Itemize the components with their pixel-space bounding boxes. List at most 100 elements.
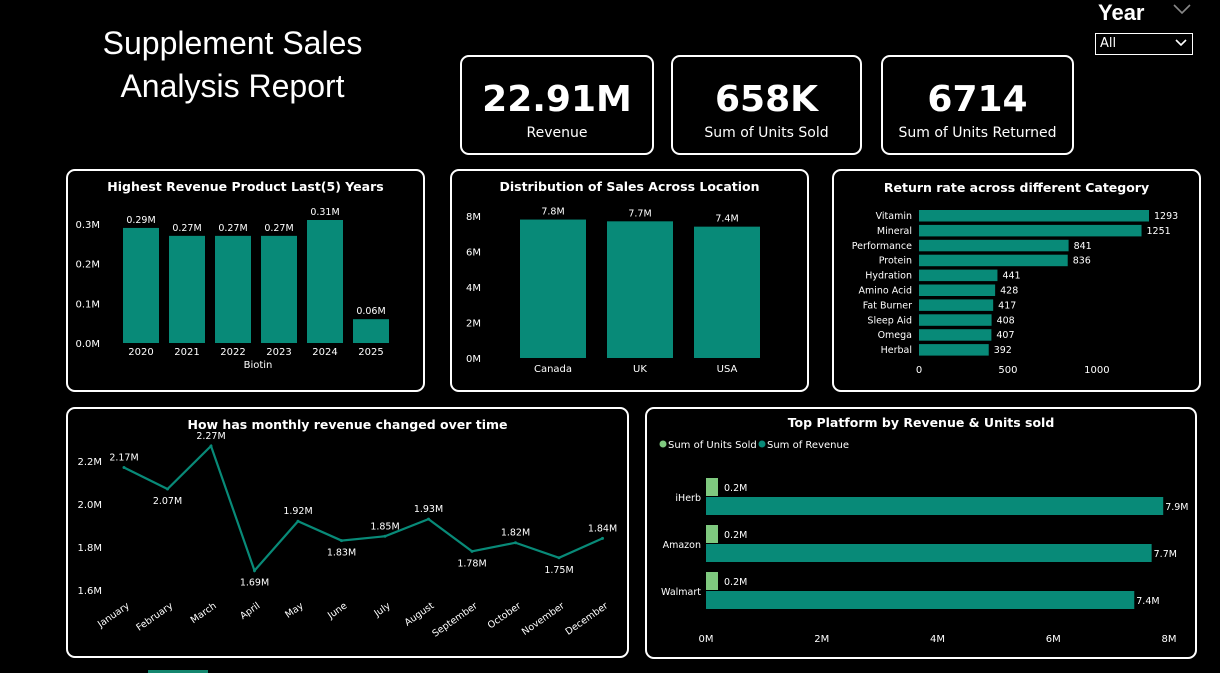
bar-Fat Burner xyxy=(919,299,994,311)
bar-Hydration xyxy=(919,269,998,282)
line-point xyxy=(427,517,430,521)
data-label: 2.07M xyxy=(153,496,182,507)
y-tick-label: 2.0M xyxy=(77,500,102,511)
legend-marker xyxy=(758,440,766,448)
data-label: 0.27M xyxy=(218,223,247,234)
x-tick-label: 2024 xyxy=(312,347,337,358)
x-tick-label: 2020 xyxy=(128,347,153,358)
y-tick-label: 0M xyxy=(466,354,481,365)
kpi-label: Sum of Units Sold xyxy=(704,125,829,141)
sales-by-location-chart: 0M 2M 4M 6M 8M 7.8M Canada 7.7M UK 7.4M USA xyxy=(466,207,760,375)
bar-Vitamin xyxy=(919,210,1149,222)
data-label: 441 xyxy=(1002,271,1020,282)
line-point xyxy=(166,487,169,491)
x-tick-label: March xyxy=(189,600,219,626)
data-label: 407 xyxy=(996,330,1014,341)
data-label: 392 xyxy=(994,345,1012,356)
line-point xyxy=(122,465,126,469)
kpi-card-revenue: 22.91M Revenue xyxy=(460,55,654,155)
bar-Protein xyxy=(919,254,1068,267)
legend-label: Sum of Revenue xyxy=(767,440,849,451)
x-tick-label: August xyxy=(403,600,437,628)
x-tick-label: 8M xyxy=(1162,634,1177,645)
kpi-value: 658K xyxy=(714,79,819,120)
bar-units-Walmart xyxy=(706,572,718,590)
bar-units-iHerb xyxy=(706,478,718,496)
kpi-label: Sum of Units Returned xyxy=(898,125,1057,141)
data-label: 0.27M xyxy=(172,223,201,234)
data-label: 0.31M xyxy=(310,207,339,218)
x-tick-label: UK xyxy=(633,364,647,375)
line-point xyxy=(557,556,561,560)
bar-2023 xyxy=(261,235,297,343)
kpi-card-units-sold: 658K Sum of Units Sold xyxy=(671,55,862,155)
data-label: 1.93M xyxy=(414,504,443,515)
year-dropdown-value: All xyxy=(1100,36,1117,51)
line-point xyxy=(383,534,387,538)
y-tick-label: 0.2M xyxy=(75,260,100,271)
x-tick-label: 2025 xyxy=(358,347,383,358)
data-label: 2.27M xyxy=(196,431,225,442)
y-tick-label: 8M xyxy=(466,212,481,223)
bar-Herbal xyxy=(919,344,989,356)
platform-chart: Sum of Units Sold Sum of Revenue iHerb 0.2M… xyxy=(659,440,1189,645)
legend-marker xyxy=(659,440,667,448)
data-label: 0.2M xyxy=(724,483,747,494)
y-tick-label: Fat Burner xyxy=(863,300,912,311)
sales-by-location-panel: Distribution of Sales Across Location 0M… xyxy=(450,169,809,392)
x-tick-label: 1000 xyxy=(1084,365,1109,376)
x-tick-label: June xyxy=(325,600,349,622)
data-label: 841 xyxy=(1074,241,1092,252)
y-tick-label: 2M xyxy=(466,319,481,330)
data-label: 1.83M xyxy=(327,548,356,559)
data-label: 0.29M xyxy=(126,215,155,226)
x-tick-label: 4M xyxy=(930,634,945,645)
data-label: 1.69M xyxy=(240,578,269,589)
bar-Amino Acid xyxy=(919,284,996,296)
y-tick-label: 1.8M xyxy=(77,543,102,554)
x-tick-label: 2023 xyxy=(266,347,291,358)
data-label: 2.17M xyxy=(109,452,138,463)
data-label: 428 xyxy=(1000,286,1018,297)
data-label: 1.75M xyxy=(544,565,573,576)
bar-USA xyxy=(694,226,760,358)
line-point xyxy=(514,541,517,545)
data-label: 1.84M xyxy=(588,523,617,534)
kpi-card-units-returned: 6714 Sum of Units Returned xyxy=(881,55,1074,155)
chevron-down-icon[interactable] xyxy=(1172,2,1192,16)
y-tick-label: Vitamin xyxy=(876,211,912,222)
data-label: 7.7M xyxy=(628,208,651,219)
line-series xyxy=(123,443,603,573)
x-tick-label: Canada xyxy=(534,364,572,375)
data-label: 7.8M xyxy=(541,207,564,218)
bar-2020 xyxy=(123,227,159,343)
data-label: 7.7M xyxy=(1154,549,1177,560)
bar-Performance xyxy=(919,239,1069,252)
x-tick-label: May xyxy=(283,600,306,620)
y-tick-label: Herbal xyxy=(881,345,912,356)
bar-2024 xyxy=(307,220,343,343)
y-tick-label: Mineral xyxy=(877,226,912,237)
data-label: 0.06M xyxy=(356,306,385,317)
data-label: 836 xyxy=(1073,256,1091,267)
y-tick-label: 0.0M xyxy=(75,339,100,350)
data-label: 408 xyxy=(997,315,1015,326)
x-tick-label: 2022 xyxy=(220,347,245,358)
y-tick-label: 0.3M xyxy=(75,220,100,231)
y-tick-label: 2.2M xyxy=(77,457,102,468)
y-tick-label: Amino Acid xyxy=(859,286,912,297)
dropdown-chevron-icon xyxy=(1175,39,1187,47)
bar-UK xyxy=(607,221,673,358)
year-dropdown[interactable]: All xyxy=(1095,33,1193,55)
x-tick-label: 0 xyxy=(916,365,922,376)
y-tick-label: iHerb xyxy=(675,493,701,504)
line-point xyxy=(340,539,343,543)
bar-revenue-Walmart xyxy=(706,591,1135,609)
bar-revenue-iHerb xyxy=(706,497,1164,515)
report-title-line1: Supplement Sales xyxy=(102,25,363,61)
kpi-label: Revenue xyxy=(526,125,588,141)
x-tick-label: July xyxy=(372,600,393,620)
year-slicer-label: Year xyxy=(1098,0,1145,25)
return-rate-panel: Return rate across different Category Vi… xyxy=(832,169,1201,392)
y-tick-label: 6M xyxy=(466,248,481,259)
